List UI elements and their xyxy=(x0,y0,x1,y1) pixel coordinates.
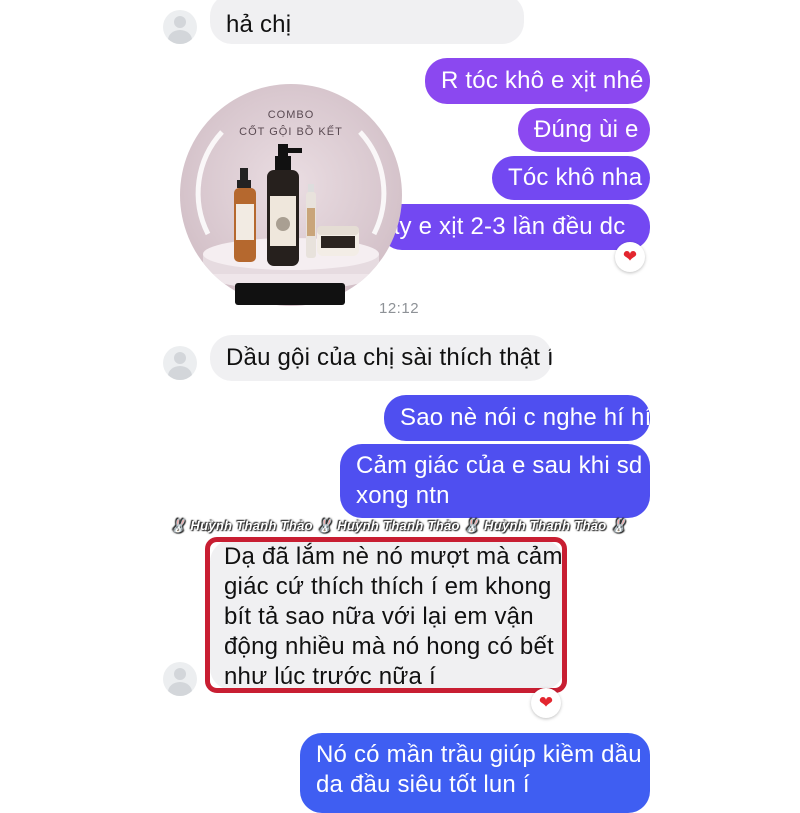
avatar-body-shape xyxy=(168,682,192,696)
heart-reaction-icon[interactable]: ❤ xyxy=(531,688,561,718)
avatar[interactable] xyxy=(163,10,197,44)
heart-glyph: ❤ xyxy=(538,693,554,712)
incoming-message[interactable]: hả chị xyxy=(210,0,524,44)
highlight-frame xyxy=(205,537,567,693)
incoming-message[interactable]: Dầu gội của chị sài thích thật í xyxy=(210,335,552,381)
product-name-label: CỐT GỘI BỒ KẾT xyxy=(239,126,343,138)
message-text-line: Nó có mần trầu giúp kiềm dầu xyxy=(316,741,642,768)
message-text: Sao nè nói c nghe hí hí xyxy=(400,404,650,431)
outgoing-message[interactable]: Sao nè nói c nghe hí hí xyxy=(384,395,650,441)
message-text-line: xong ntn xyxy=(356,482,450,509)
message-text: Tóc khô nha xyxy=(508,164,643,191)
product-image[interactable]: COMBO CỐT GỘI BỒ KẾT xyxy=(180,84,402,306)
avatar-head-shape xyxy=(174,668,186,680)
avatar-head-shape xyxy=(174,16,186,28)
heart-reaction-icon[interactable]: ❤ xyxy=(615,242,645,272)
message-text: hả chị xyxy=(226,11,292,38)
combo-label: COMBO xyxy=(267,109,315,121)
outgoing-message[interactable]: ày e xịt 2-3 lần đều dc xyxy=(380,204,650,250)
outgoing-message[interactable]: Tóc khô nha xyxy=(492,156,650,200)
message-text: Đúng ùi e xyxy=(534,116,639,143)
message-text: ày e xịt 2-3 lần đều dc xyxy=(386,213,626,240)
message-text: R tóc khô e xịt nhé xyxy=(441,67,644,94)
watermark-text: 🐰 Huỳnh Thanh Thảo 🐰 Huỳnh Thanh Thảo 🐰 … xyxy=(170,518,627,533)
redaction-bar xyxy=(235,283,345,305)
message-text: Dầu gội của chị sài thích thật í xyxy=(226,344,552,371)
heart-glyph: ❤ xyxy=(622,247,638,266)
avatar-head-shape xyxy=(174,352,186,364)
timestamp: 12:12 xyxy=(379,300,420,317)
outgoing-message[interactable]: Nó có mần trầu giúp kiềm dầu da đầu siêu… xyxy=(300,733,650,813)
avatar-body-shape xyxy=(168,366,192,380)
avatar[interactable] xyxy=(163,662,197,696)
outgoing-message[interactable]: Cảm giác của e sau khi sd xong ntn xyxy=(340,444,650,518)
avatar[interactable] xyxy=(163,346,197,380)
message-text-line: da đầu siêu tốt lun í xyxy=(316,771,530,798)
avatar-body-shape xyxy=(168,30,192,44)
outgoing-message[interactable]: R tóc khô e xịt nhé xyxy=(425,58,650,104)
message-text-line: Cảm giác của e sau khi sd xyxy=(356,452,643,479)
outgoing-message[interactable]: Đúng ùi e xyxy=(518,108,650,152)
